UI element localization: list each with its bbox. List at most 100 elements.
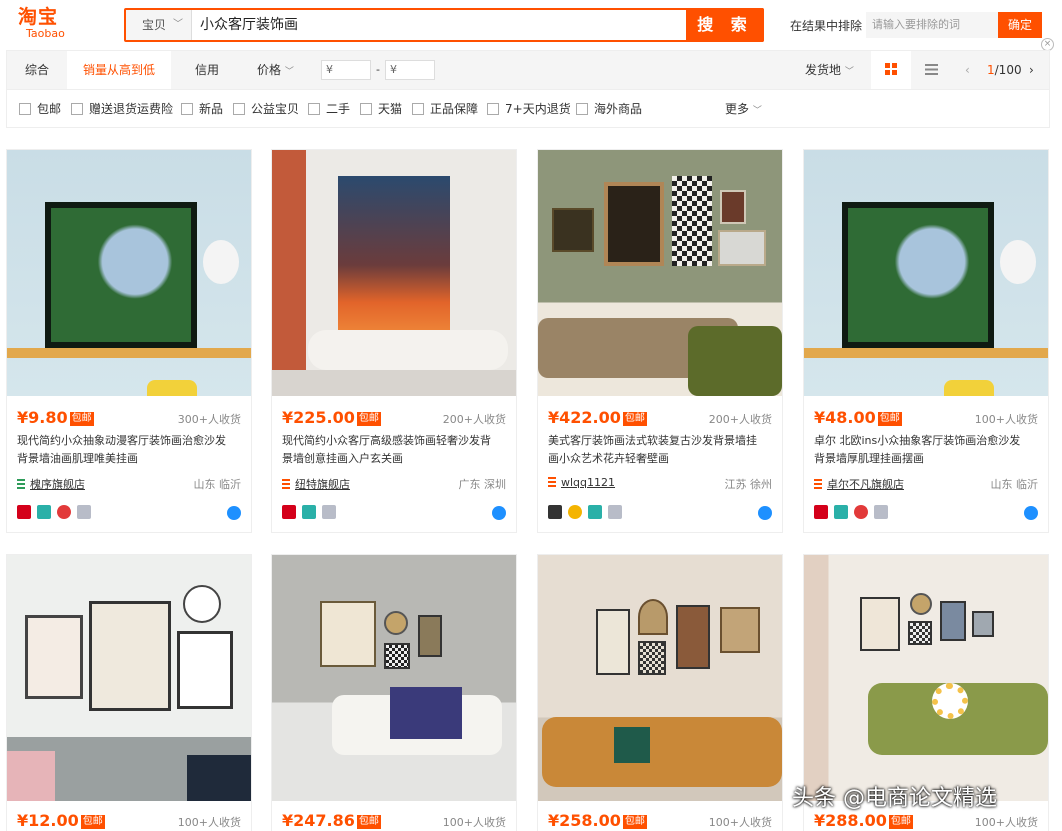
product-card[interactable]: ¥9.80 包邮 300+人收货 现代简约小众抽象动漫客厅装饰画治愈沙发 背景墙油… [6, 149, 252, 533]
filter-secondhand[interactable]: 二手 [308, 101, 350, 117]
product-card[interactable]: ¥48.00 包邮 100+人收货 卓尔 北欧ins小众抽象客厅装饰画治愈沙发 背… [803, 149, 1049, 533]
filter-charity[interactable]: 公益宝贝 [233, 101, 299, 117]
product-price: ¥48.00 包邮 [814, 408, 902, 427]
checkbox[interactable] [360, 103, 372, 115]
location: 山东 临沂 [193, 478, 242, 491]
price-value: ¥288.00 [814, 811, 887, 830]
clock [183, 585, 221, 623]
checkbox[interactable] [308, 103, 320, 115]
wangwang-chat-icon[interactable] [1024, 506, 1038, 520]
tmall-icon [282, 505, 296, 519]
price-max-input[interactable]: ¥ [385, 60, 435, 80]
filter-genuine[interactable]: 正品保障 [412, 101, 478, 117]
free-shipping-badge: 包邮 [622, 815, 647, 829]
sort-sales[interactable]: 销量从高到低 [67, 51, 171, 89]
product-card[interactable]: ¥225.00 包邮 200+人收货 现代简约小众客厅高级感装饰画轻奢沙发背 景墙… [271, 149, 517, 533]
search-input[interactable]: 小众客厅装饰画 [200, 10, 298, 40]
product-title[interactable]: 美式客厅装饰画法式软装复古沙发背景墙挂 画小众艺术花卉轻奢壁画 [548, 432, 776, 468]
checkbox[interactable] [19, 103, 31, 115]
sold-count: 100+人收货 [442, 816, 506, 829]
sort-price[interactable]: 价格 ﹀ [257, 51, 305, 89]
product-title[interactable]: 卓尔 北欧ins小众抽象客厅装饰画治愈沙发 背景墙厚肌理挂画摆画 [814, 432, 1042, 468]
more-filters-dropdown[interactable]: 更多 ﹀ [725, 101, 762, 117]
filter-new[interactable]: 新品 [181, 101, 223, 117]
sort-default[interactable]: 综合 [7, 51, 67, 89]
shop-link[interactable]: wlqq1121 [548, 476, 615, 489]
filter-tmall[interactable]: 天猫 [360, 101, 402, 117]
shop-link[interactable]: 槐序旗舰店 [17, 476, 85, 492]
next-page-icon[interactable]: › [1029, 51, 1034, 89]
armchair [688, 326, 782, 396]
product-price: ¥422.00 包邮 [548, 408, 647, 427]
frame-checker [638, 641, 666, 675]
checkbox[interactable] [576, 103, 588, 115]
wangwang-chat-icon[interactable] [492, 506, 506, 520]
filter-bar: 包邮 赠送退货运费险 新品 公益宝贝 二手 天猫 正品保障 7+天内退货 海外商… [6, 90, 1050, 128]
chair [944, 380, 994, 396]
product-card[interactable]: ¥247.86 包邮 100+人收货 [271, 554, 517, 831]
frame-landscape [720, 607, 760, 653]
checkbox[interactable] [181, 103, 193, 115]
product-card[interactable]: ¥422.00 包邮 200+人收货 美式客厅装饰画法式软装复古沙发背景墙挂 画小… [537, 149, 783, 533]
price-min-input[interactable]: ¥ [321, 60, 371, 80]
pillow-dark [187, 755, 251, 801]
shop-link[interactable]: 纽特旗舰店 [282, 476, 350, 492]
filter-return-insurance[interactable]: 赠送退货运费险 [71, 101, 173, 117]
filter-label: 天猫 [378, 102, 403, 116]
taobao-logo[interactable]: 淘宝 Taobao [18, 6, 96, 46]
product-title-line: 背景墙厚肌理挂画摆画 [814, 452, 924, 465]
frame-love [177, 631, 233, 709]
chevron-down-icon: ﹀ [844, 67, 854, 77]
product-card[interactable]: ¥258.00 包邮 100+人收货 [537, 554, 783, 831]
service-icons [282, 505, 342, 519]
checkbox[interactable] [233, 103, 245, 115]
tmall-icon [17, 505, 31, 519]
prev-page-icon[interactable]: ‹ [965, 51, 970, 89]
filter-7day-return[interactable]: 7+天内退货 [487, 101, 571, 117]
product-image[interactable] [7, 555, 251, 801]
search-category-select[interactable]: 宝贝 ﹀ [126, 10, 192, 40]
product-title[interactable]: 现代简约小众抽象动漫客厅装饰画治愈沙发 背景墙油画肌理唯美挂画 [17, 432, 245, 468]
guarantee-icon [322, 505, 336, 519]
product-image[interactable] [804, 150, 1048, 396]
wangwang-chat-icon[interactable] [758, 506, 772, 520]
product-image[interactable] [272, 150, 516, 396]
product-image[interactable] [538, 150, 782, 396]
product-image[interactable] [272, 555, 516, 801]
filter-label: 新品 [199, 102, 224, 116]
search-button[interactable]: 搜 索 [686, 8, 764, 42]
free-shipping-badge: 包邮 [877, 412, 902, 426]
frame-portrait [676, 605, 710, 669]
filter-label: 海外商品 [594, 102, 643, 116]
heart-icon [57, 505, 71, 519]
ship-from-dropdown[interactable]: 发货地 ﹀ [805, 51, 854, 89]
product-image[interactable] [538, 555, 782, 801]
shop-link[interactable]: 卓尔不凡旗舰店 [814, 476, 904, 492]
filter-overseas[interactable]: 海外商品 [576, 101, 642, 117]
product-image[interactable] [7, 150, 251, 396]
sort-credit[interactable]: 信用 [171, 51, 243, 89]
product-price: ¥9.80 包邮 [17, 408, 94, 427]
free-shipping-badge: 包邮 [80, 815, 105, 829]
filter-free-shipping[interactable]: 包邮 [19, 101, 61, 117]
exclude-confirm-button[interactable]: 确定 [998, 12, 1042, 38]
product-card[interactable]: ¥12.00 包邮 100+人收货 [6, 554, 252, 831]
frame-checker [384, 643, 410, 669]
checkbox[interactable] [71, 103, 83, 115]
exclude-label: 在结果中排除 [790, 19, 863, 33]
product-title[interactable]: 现代简约小众客厅高级感装饰画轻奢沙发背 景墙创意挂画入户玄关画 [282, 432, 510, 468]
product-title-line: 景墙创意挂画入户玄关画 [282, 452, 403, 465]
checkbox[interactable] [412, 103, 424, 115]
shop-icon [17, 479, 25, 489]
guarantee-icon [608, 505, 622, 519]
grid-view-icon[interactable] [871, 51, 911, 89]
search-category-label: 宝贝 [142, 18, 167, 32]
checkbox[interactable] [487, 103, 499, 115]
wangwang-chat-icon[interactable] [227, 506, 241, 520]
list-view-icon[interactable] [911, 51, 951, 89]
chevron-down-icon: ﹀ [284, 67, 294, 77]
shop-name: 纽特旗舰店 [295, 478, 350, 491]
sold-count: 200+人收货 [708, 413, 772, 426]
product-image[interactable] [804, 555, 1048, 801]
exclude-input[interactable]: 请输入要排除的词 [866, 12, 998, 38]
